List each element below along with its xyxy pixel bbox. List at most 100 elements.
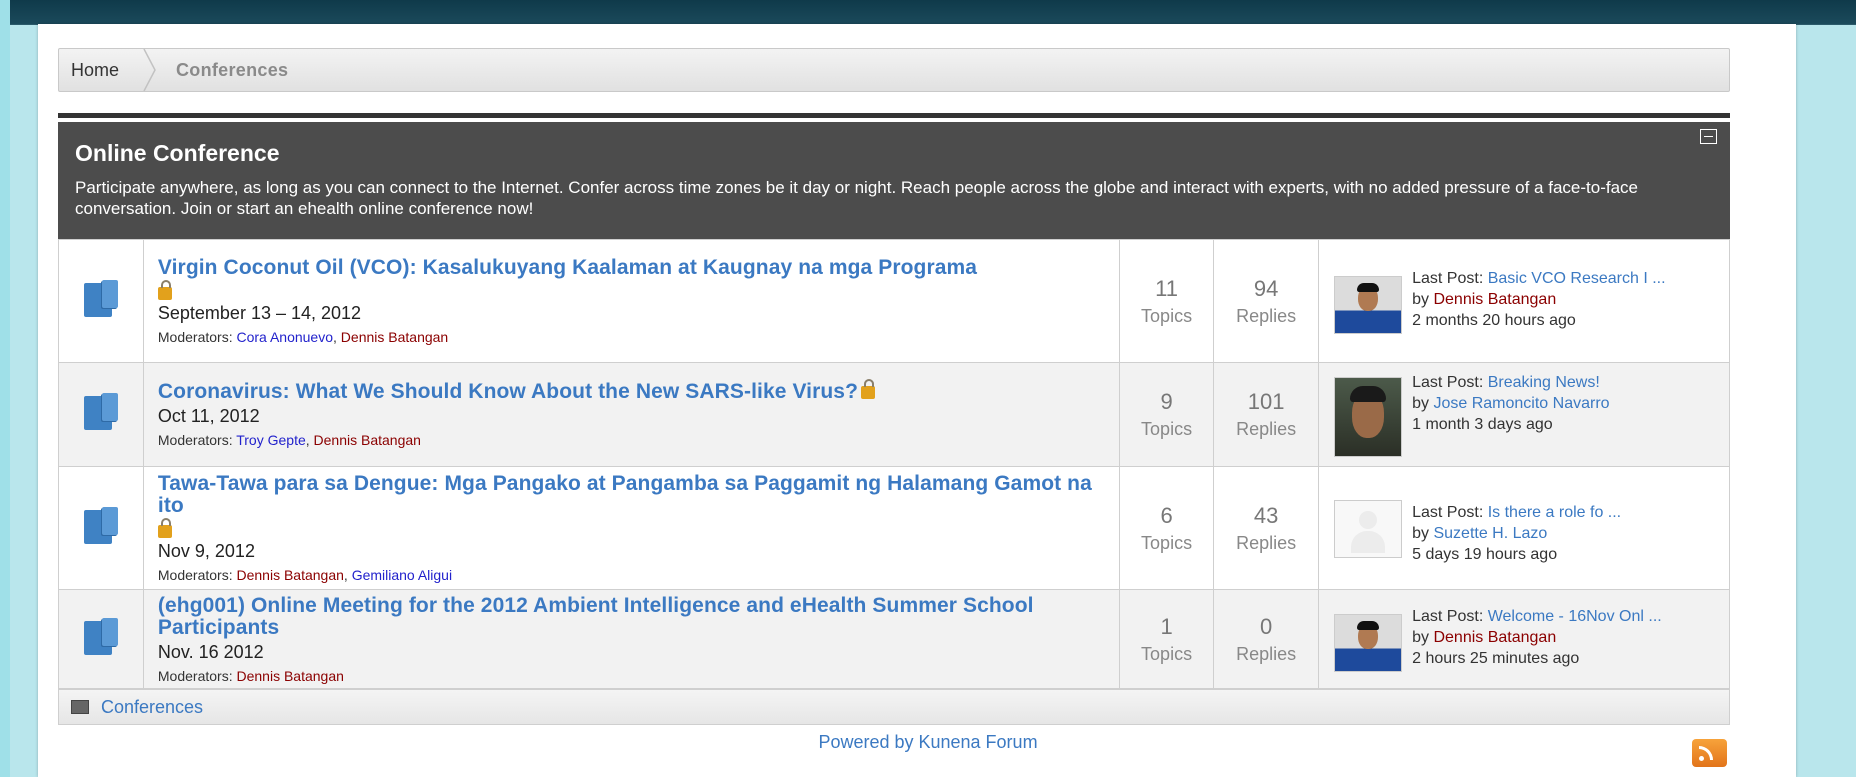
last-post-label: Last Post:: [1412, 608, 1484, 625]
breadcrumb-home[interactable]: Home: [71, 49, 119, 91]
topics-count: 9: [1160, 389, 1173, 414]
forum-icon-cell: [58, 466, 144, 590]
last-post-label: Last Post:: [1412, 374, 1484, 391]
replies-count-cell: 43 Replies: [1213, 466, 1320, 590]
last-post-cell: Last Post: Welcome - 16Nov Onl ... by De…: [1318, 589, 1730, 689]
moderators-label: Moderators:: [157, 667, 233, 684]
table-row: Coronavirus: What We Should Know About t…: [58, 362, 1730, 467]
moderator-link[interactable]: Cora Anonuevo: [236, 329, 333, 345]
replies-label: Replies: [1236, 305, 1297, 326]
moderators-label: Moderators:: [157, 567, 233, 583]
forum-table: Virgin Coconut Oil (VCO): Kasalukuyang K…: [58, 239, 1730, 689]
replies-label: Replies: [1236, 532, 1297, 553]
category-icon: [71, 700, 89, 714]
last-post-time: 2 hours 25 minutes ago: [1412, 650, 1580, 667]
forum-moderators: Moderators: Cora Anonuevo, Dennis Batang…: [157, 329, 449, 345]
table-row: (ehg001) Online Meeting for the 2012 Amb…: [58, 589, 1730, 689]
last-post-user[interactable]: Dennis Batangan: [1433, 291, 1556, 308]
forum-date: Oct 11, 2012: [157, 406, 260, 426]
forum-date: September 13 – 14, 2012: [157, 303, 362, 323]
last-post-user[interactable]: Dennis Batangan: [1433, 629, 1556, 646]
topics-count: 11: [1155, 275, 1178, 301]
replies-count: 0: [1259, 613, 1273, 639]
category-footer: Conferences: [58, 689, 1730, 725]
folder-icon[interactable]: [83, 617, 118, 656]
last-post-link[interactable]: Welcome - 16Nov Onl ...: [1488, 608, 1662, 625]
lock-icon: [861, 379, 876, 399]
by-label: by: [1412, 629, 1430, 646]
forum-title-link[interactable]: (ehg001) Online Meeting for the 2012 Amb…: [158, 594, 1034, 639]
moderator-link[interactable]: Dennis Batangan: [341, 329, 448, 345]
folder-icon[interactable]: [83, 279, 118, 318]
last-post-link[interactable]: Basic VCO Research I ...: [1488, 270, 1666, 287]
topics-count-cell: 11 Topics: [1119, 239, 1215, 363]
moderator-link[interactable]: Dennis Batangan: [236, 567, 343, 583]
collapse-icon[interactable]: [1700, 129, 1717, 144]
avatar[interactable]: [1334, 377, 1403, 457]
lock-icon: [157, 518, 172, 538]
moderators-label: Moderators:: [157, 329, 233, 345]
replies-count-cell: 101 Replies: [1213, 362, 1320, 467]
moderator-link[interactable]: Troy Gepte: [236, 432, 306, 448]
topics-label: Topics: [1141, 643, 1193, 664]
last-post-cell: Last Post: Is there a role fo ... by Suz…: [1318, 466, 1730, 590]
forum-date: Nov 9, 2012: [157, 541, 255, 561]
breadcrumb: Home Conferences: [58, 48, 1730, 92]
replies-count: 101: [1247, 389, 1285, 414]
last-post-user[interactable]: Jose Ramoncito Navarro: [1433, 395, 1609, 412]
moderator-link[interactable]: Dennis Batangan: [236, 668, 343, 684]
last-post-label: Last Post:: [1412, 503, 1484, 521]
moderator-link[interactable]: Gemiliano Aligui: [352, 567, 452, 583]
category-description: Participate anywhere, as long as you can…: [75, 178, 1639, 218]
category-footer-link[interactable]: Conferences: [101, 690, 203, 724]
category-top-rule: [58, 113, 1730, 118]
topics-count: 6: [1160, 502, 1173, 528]
category-title: Online Conference: [75, 140, 280, 166]
last-post-link[interactable]: Breaking News!: [1488, 374, 1600, 391]
topics-count-cell: 9 Topics: [1119, 362, 1215, 467]
forum-info-cell: Tawa-Tawa para sa Dengue: Mga Pangako at…: [142, 466, 1121, 590]
avatar[interactable]: [1334, 276, 1403, 334]
topics-label: Topics: [1141, 532, 1193, 553]
window-edge: [0, 0, 10, 777]
folder-icon[interactable]: [83, 393, 118, 431]
last-post-cell: Last Post: Breaking News! by Jose Ramonc…: [1318, 362, 1730, 467]
forum-title-link[interactable]: Virgin Coconut Oil (VCO): Kasalukuyang K…: [158, 256, 977, 279]
last-post-time: 1 month 3 days ago: [1412, 416, 1553, 433]
folder-icon[interactable]: [83, 506, 118, 545]
breadcrumb-current: Conferences: [176, 60, 289, 80]
by-label: by: [1412, 291, 1430, 308]
forum-title-link[interactable]: Tawa-Tawa para sa Dengue: Mga Pangako at…: [158, 472, 1092, 517]
forum-title-link[interactable]: Coronavirus: What We Should Know About t…: [158, 380, 858, 403]
forum-moderators: Moderators: Dennis Batangan, Gemiliano A…: [157, 567, 453, 583]
topics-count-cell: 6 Topics: [1119, 466, 1215, 590]
last-post-time: 5 days 19 hours ago: [1412, 545, 1558, 563]
replies-count-cell: 0 Replies: [1213, 589, 1320, 689]
topics-label: Topics: [1141, 419, 1193, 439]
powered-by: Powered by Kunena Forum: [0, 732, 1856, 753]
forum-icon-cell: [58, 362, 144, 467]
topics-count: 1: [1160, 613, 1173, 639]
last-post-cell: Last Post: Basic VCO Research I ... by D…: [1318, 239, 1730, 363]
forum-info-cell: Coronavirus: What We Should Know About t…: [142, 362, 1121, 467]
last-post-label: Last Post:: [1412, 270, 1484, 287]
forum-moderators: Moderators: Dennis Batangan: [158, 668, 1105, 684]
last-post-user[interactable]: Suzette H. Lazo: [1433, 525, 1547, 542]
table-row: Tawa-Tawa para sa Dengue: Mga Pangako at…: [58, 466, 1730, 590]
forum-moderators: Moderators: Troy Gepte, Dennis Batangan: [157, 432, 421, 448]
avatar[interactable]: [1334, 499, 1403, 558]
replies-count-cell: 94 Replies: [1213, 239, 1320, 363]
rss-icon[interactable]: [1692, 739, 1727, 767]
replies-label: Replies: [1236, 643, 1297, 664]
moderator-link[interactable]: Dennis Batangan: [314, 432, 421, 448]
replies-count: 43: [1253, 502, 1279, 528]
topics-label: Topics: [1141, 305, 1193, 326]
replies-label: Replies: [1236, 419, 1297, 439]
by-label: by: [1412, 395, 1430, 412]
forum-info-cell: (ehg001) Online Meeting for the 2012 Amb…: [142, 589, 1121, 689]
top-bar: [10, 0, 1856, 25]
last-post-time: 2 months 20 hours ago: [1412, 312, 1576, 329]
last-post-link[interactable]: Is there a role fo ...: [1488, 504, 1621, 521]
avatar[interactable]: [1334, 614, 1403, 672]
powered-by-link[interactable]: Powered by Kunena Forum: [818, 732, 1037, 752]
